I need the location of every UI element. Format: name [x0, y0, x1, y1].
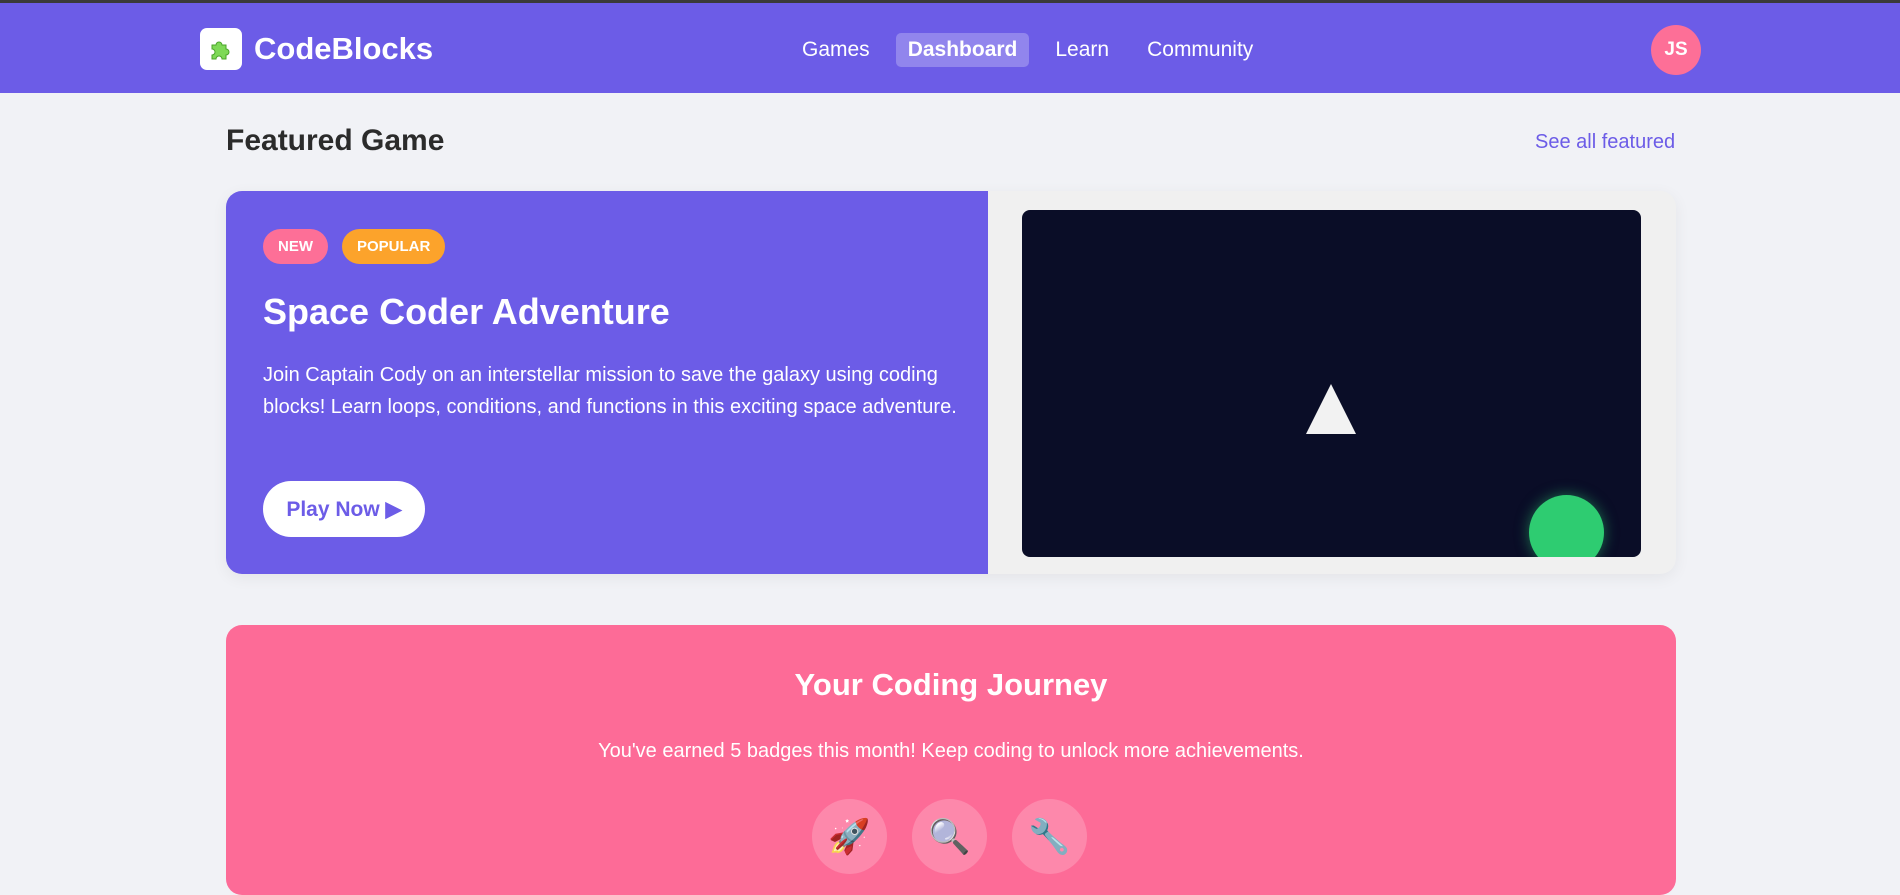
planet-icon [1529, 495, 1604, 557]
play-now-button[interactable]: Play Now ▶ [263, 481, 425, 537]
nav-games[interactable]: Games [790, 33, 882, 67]
logo-text: CodeBlocks [254, 31, 434, 66]
game-description: Join Captain Cody on an interstellar mis… [263, 364, 957, 418]
journey-title: Your Coding Journey [794, 667, 1108, 702]
see-all-featured-link[interactable]: See all featured [1535, 131, 1675, 154]
user-avatar[interactable]: JS [1651, 25, 1701, 75]
puzzle-icon [200, 28, 242, 70]
featured-game-card: NEW POPULAR Space Coder Adventure Join C… [226, 191, 1676, 574]
popular-badge: POPULAR [342, 229, 446, 264]
rocket-icon[interactable]: 🚀 [812, 799, 887, 874]
journey-subtitle: You've earned 5 badges this month! Keep … [598, 740, 1304, 762]
achievement-list: 🚀 🔍 🔧 [812, 799, 1087, 874]
coding-journey-panel: Your Coding Journey You've earned 5 badg… [226, 625, 1676, 895]
nav-community[interactable]: Community [1135, 33, 1265, 67]
featured-game-info: NEW POPULAR Space Coder Adventure Join C… [226, 191, 988, 574]
nav-learn[interactable]: Learn [1043, 33, 1121, 67]
nav-dashboard[interactable]: Dashboard [895, 33, 1030, 67]
section-title: Featured Game [226, 124, 445, 157]
spaceship-icon [1306, 384, 1356, 434]
wrench-icon[interactable]: 🔧 [1012, 799, 1087, 874]
main-nav: Games Dashboard Learn Community [790, 32, 1279, 68]
magnifier-icon[interactable]: 🔍 [912, 799, 987, 874]
logo[interactable]: CodeBlocks [200, 28, 433, 70]
new-badge: NEW [263, 229, 328, 264]
game-preview[interactable] [1022, 210, 1641, 557]
badge-list: NEW POPULAR [263, 229, 446, 264]
game-title: Space Coder Adventure [263, 291, 670, 332]
top-navbar: CodeBlocks Games Dashboard Learn Communi… [0, 3, 1900, 93]
